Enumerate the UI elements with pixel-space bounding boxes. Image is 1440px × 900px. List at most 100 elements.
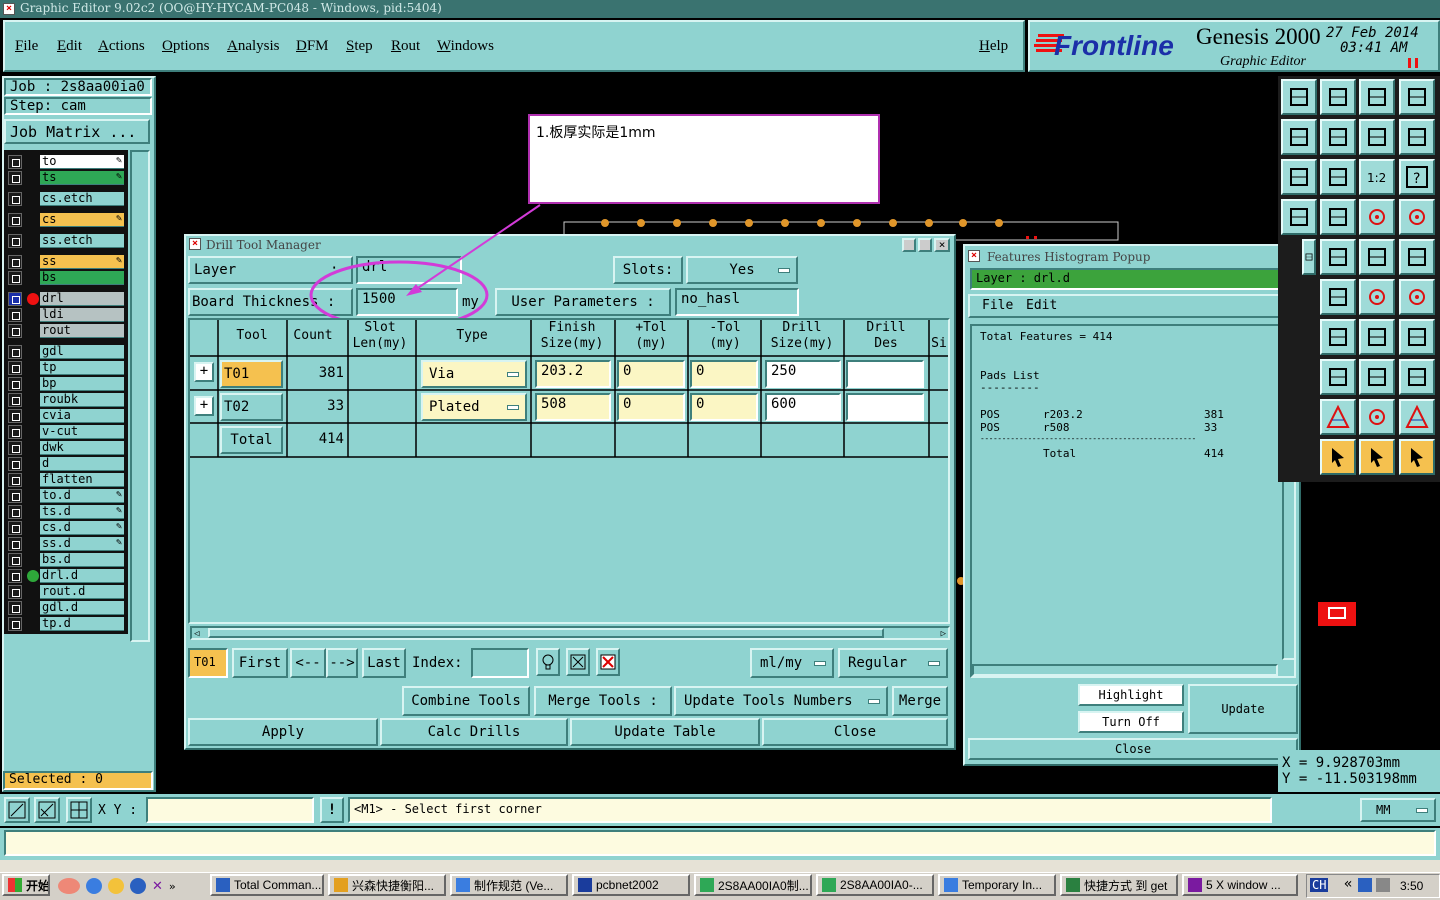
merge-button[interactable]: Merge [892, 686, 948, 716]
layer-checkbox[interactable] [8, 345, 22, 359]
swap-icon[interactable] [1359, 119, 1395, 155]
taskbar-item[interactable]: 5 X window ... [1182, 874, 1298, 896]
ruler-icon[interactable] [1359, 239, 1395, 275]
update-table-button[interactable]: Update Table [570, 718, 760, 746]
layer-checkbox[interactable] [8, 473, 22, 487]
menu-file[interactable]: File [15, 38, 38, 55]
scroll-thumb[interactable] [208, 628, 884, 638]
menu-analysis[interactable]: Analysis [227, 38, 280, 55]
drill-size-t02[interactable]: 600 [765, 393, 841, 421]
histogram-menu-file[interactable]: File [982, 298, 1013, 313]
delete-button[interactable] [596, 648, 620, 676]
close-button[interactable]: Close [762, 718, 948, 746]
apply-button[interactable]: Apply [188, 718, 378, 746]
minimize-icon[interactable] [902, 238, 916, 252]
bracket-icon[interactable] [1399, 319, 1435, 355]
layer-checkbox[interactable] [8, 409, 22, 423]
calc-drills-button[interactable]: Calc Drills [380, 718, 568, 746]
clock-icon[interactable] [108, 878, 124, 894]
cursor2-icon[interactable] [1359, 439, 1395, 475]
route-icon[interactable] [1399, 439, 1435, 475]
menu-rout[interactable]: Rout [391, 38, 420, 55]
layer-checkbox[interactable] [8, 393, 22, 407]
x-icon[interactable]: ✕ [152, 879, 163, 894]
last-button[interactable]: Last [362, 648, 406, 678]
close-icon[interactable]: × [934, 238, 950, 252]
histogram-window-icon[interactable]: × [968, 250, 980, 262]
layer-scrollbar[interactable] [130, 150, 150, 642]
layer-row-ss.d[interactable]: ss.d ✎ [8, 537, 124, 551]
highlight-button[interactable]: Highlight [1078, 684, 1184, 706]
move-left-icon[interactable] [1281, 119, 1317, 155]
settings-icon[interactable] [1281, 199, 1317, 235]
drill-window-icon[interactable]: × [189, 238, 201, 250]
type-select-t01[interactable]: Via [421, 360, 527, 388]
taskbar-item[interactable]: 2S8AA00IA0-... [816, 874, 934, 896]
circle-icon[interactable] [1399, 239, 1435, 275]
tool-button-t01[interactable]: T01 [220, 360, 283, 388]
layer-row-rout[interactable]: rout [8, 324, 124, 338]
menu-options[interactable]: Options [162, 38, 210, 55]
volume-icon[interactable] [1376, 878, 1390, 892]
layer-checkbox[interactable] [8, 213, 22, 227]
drill-size-t01[interactable]: 250 [765, 360, 841, 388]
taskbar-item[interactable]: 兴森快捷衡阳... [328, 874, 446, 896]
drill-des-t01[interactable] [846, 360, 924, 388]
scale-icon[interactable]: 1:2 [1359, 159, 1395, 195]
layer-row-ss[interactable]: ss ✎ [8, 255, 124, 269]
snap-tool-1[interactable] [4, 797, 30, 823]
layer-checkbox[interactable] [8, 569, 22, 583]
layer-checkbox[interactable] [8, 361, 22, 375]
taskbar-item[interactable]: 2S8AA00IA0制... [694, 874, 812, 896]
layer-checkbox[interactable] [8, 308, 22, 322]
grid-icon[interactable] [1320, 199, 1356, 235]
layer-row-cs[interactable]: cs ✎ [8, 213, 124, 227]
flag-icon[interactable] [1302, 239, 1316, 275]
cursor-icon[interactable] [1320, 439, 1356, 475]
layer-row-d[interactable]: d [8, 457, 124, 471]
polygon-icon[interactable] [1320, 239, 1356, 275]
question-icon[interactable]: ? [1399, 159, 1435, 195]
layer-row-ss.etch[interactable]: ss.etch [8, 234, 124, 248]
taskbar-item[interactable]: Temporary In... [938, 874, 1056, 896]
tool-button-t02[interactable]: T02 [220, 393, 283, 421]
snap-red2-icon[interactable] [1399, 199, 1435, 235]
units-select[interactable]: MM [1360, 798, 1436, 822]
step-down-icon[interactable] [1320, 79, 1356, 115]
snap-red-icon[interactable] [1359, 199, 1395, 235]
start-button[interactable]: 开始 [2, 874, 50, 896]
line-icon[interactable] [1320, 359, 1356, 395]
finish-size-t02[interactable]: 508 [535, 393, 611, 421]
scroll-left-icon[interactable]: ◁ [194, 629, 199, 639]
layer-checkbox[interactable] [8, 489, 22, 503]
layer-row-dwk[interactable]: dwk [8, 441, 124, 455]
menu-dfm[interactable]: DFM [296, 38, 329, 55]
menu-edit[interactable]: Edit [57, 38, 82, 55]
layer-row-gdl[interactable]: gdl [8, 345, 124, 359]
layer-checkbox[interactable] [8, 192, 22, 206]
layer-row-cs.d[interactable]: cs.d ✎ [8, 521, 124, 535]
layer-checkbox[interactable] [8, 377, 22, 391]
histogram-menu-edit[interactable]: Edit [1026, 298, 1057, 313]
overlap-icon[interactable] [1399, 359, 1435, 395]
layer-checkbox[interactable] [8, 457, 22, 471]
layer-row-flatten[interactable]: flatten [8, 473, 124, 487]
ie-icon[interactable] [86, 878, 102, 894]
layer-checkbox[interactable] [8, 234, 22, 248]
layer-row-tp.d[interactable]: tp.d [8, 617, 124, 631]
step-up-icon[interactable] [1281, 79, 1317, 115]
type-select-t02[interactable]: Plated [421, 393, 527, 421]
layer-checkbox[interactable] [8, 255, 22, 269]
layer-row-roubk[interactable]: roubk [8, 393, 124, 407]
index-input[interactable] [471, 648, 529, 678]
layer-checkbox[interactable] [8, 425, 22, 439]
layer-row-ts.d[interactable]: ts.d ✎ [8, 505, 124, 519]
taskbar-item[interactable]: pcbnet2002 [572, 874, 690, 896]
layer-checkbox[interactable] [8, 521, 22, 535]
pause-icon[interactable] [1408, 58, 1418, 68]
layer-checkbox[interactable] [8, 601, 22, 615]
taskbar-item[interactable]: 快捷方式 到 get [1060, 874, 1178, 896]
next-button[interactable]: --> [326, 648, 358, 678]
layer-row-cvia[interactable]: cvia [8, 409, 124, 423]
layer-row-bs[interactable]: bs [8, 271, 124, 285]
